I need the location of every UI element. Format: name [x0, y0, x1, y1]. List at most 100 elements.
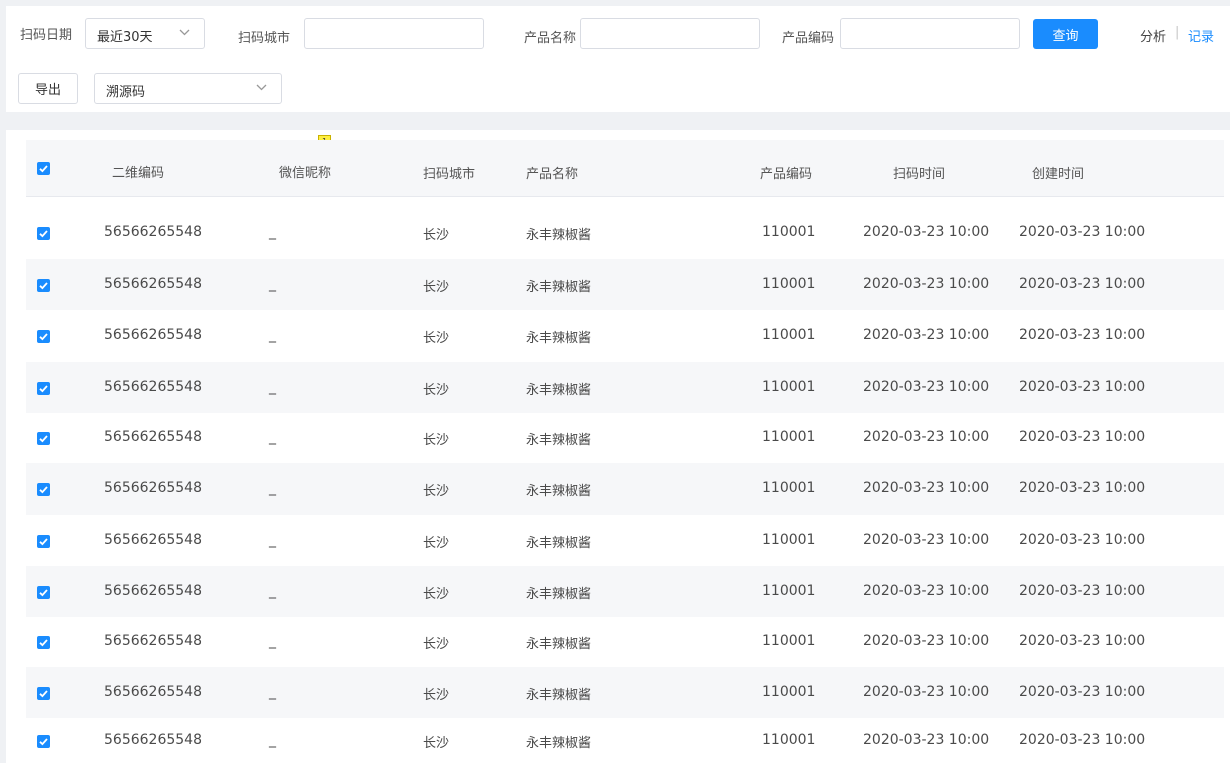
- row-checkbox[interactable]: [37, 735, 50, 748]
- checkmark-icon: [39, 282, 48, 290]
- table-header: 二维编码 微信昵称 扫码城市 产品名称 产品编码 扫码时间 创建时间: [26, 140, 1224, 197]
- product-name-cell: 永丰辣椒酱: [526, 484, 592, 499]
- records-link[interactable]: 记录: [1188, 26, 1214, 45]
- col-header-scan-time: 扫码时间: [893, 167, 946, 182]
- scan-time-cell: 2020-03-23 10:00: [863, 532, 990, 548]
- scan-city-cell: 长沙: [423, 587, 450, 602]
- checkmark-icon: [39, 589, 48, 597]
- col-header-create-time: 创建时间: [1032, 167, 1085, 182]
- create-time-cell: 2020-03-23 10:00: [1019, 327, 1146, 343]
- table-row[interactable]: 56566265548 _ 长沙 永丰辣椒酱 110001 2020-03-23 10:0…: [26, 515, 1224, 566]
- qr-code-cell: 56566265548: [104, 732, 202, 748]
- product-name-cell: 永丰辣椒酱: [526, 536, 592, 551]
- qr-code-cell: 56566265548: [104, 480, 202, 496]
- row-checkbox[interactable]: [37, 382, 50, 395]
- create-time-cell: 2020-03-23 10:00: [1019, 633, 1146, 649]
- select-all-checkbox[interactable]: [37, 162, 50, 175]
- qr-code-cell: 56566265548: [104, 583, 202, 599]
- scan-date-select[interactable]: 最近30天: [85, 18, 205, 49]
- scan-city-cell: 长沙: [423, 331, 450, 346]
- create-time-cell: 2020-03-23 10:00: [1019, 224, 1146, 240]
- link-separator: |: [1175, 25, 1180, 40]
- scan-date-value: 最近30天: [97, 30, 153, 45]
- scan-city-cell: 长沙: [423, 383, 450, 398]
- product-code-cell: 110001: [762, 276, 816, 292]
- product-code-cell: 110001: [762, 379, 816, 395]
- nickname-cell: _: [269, 684, 276, 700]
- product-code-cell: 110001: [762, 327, 816, 343]
- scan-city-cell: 长沙: [423, 433, 450, 448]
- row-checkbox[interactable]: [37, 636, 50, 649]
- row-checkbox[interactable]: [37, 586, 50, 599]
- export-button[interactable]: 导出: [18, 73, 78, 104]
- qr-code-cell: 56566265548: [104, 379, 202, 395]
- product-name-cell: 永丰辣椒酱: [526, 587, 592, 602]
- table-row[interactable]: 56566265548 _ 长沙 永丰辣椒酱 110001 2020-03-23 10:0…: [26, 362, 1224, 413]
- row-checkbox[interactable]: [37, 535, 50, 548]
- row-checkbox[interactable]: [37, 227, 50, 240]
- scan-city-input[interactable]: [304, 18, 484, 49]
- scan-city-cell: 长沙: [423, 637, 450, 652]
- create-time-cell: 2020-03-23 10:00: [1019, 732, 1146, 748]
- product-name-input[interactable]: [580, 18, 760, 49]
- filter-panel: 扫码日期 最近30天 扫码城市 产品名称 产品编码 查询 分析 | 记录 导出 …: [6, 6, 1230, 112]
- product-code-cell: 110001: [762, 429, 816, 445]
- col-header-product-name: 产品名称: [526, 167, 579, 182]
- row-checkbox[interactable]: [37, 483, 50, 496]
- query-button[interactable]: 查询: [1033, 19, 1098, 49]
- col-header-qr-code: 二维编码: [112, 166, 165, 181]
- product-name-cell: 永丰辣椒酱: [526, 280, 592, 295]
- scan-city-cell: 长沙: [423, 280, 450, 295]
- qr-code-cell: 56566265548: [104, 429, 202, 445]
- table-row[interactable]: 56566265548 _ 长沙 永丰辣椒酱 110001 2020-03-23 10:0…: [26, 206, 1224, 259]
- scan-time-cell: 2020-03-23 10:00: [863, 583, 990, 599]
- scan-date-label: 扫码日期: [20, 28, 73, 43]
- product-name-cell: 永丰辣椒酱: [526, 688, 592, 703]
- nickname-cell: _: [269, 732, 276, 748]
- table-row[interactable]: 56566265548 _ 长沙 永丰辣椒酱 110001 2020-03-23 10:0…: [26, 413, 1224, 463]
- qr-code-cell: 56566265548: [104, 276, 202, 292]
- nickname-cell: _: [269, 429, 276, 445]
- checkmark-icon: [39, 435, 48, 443]
- table-row[interactable]: 56566265548 _ 长沙 永丰辣椒酱 110001 2020-03-23 10:0…: [26, 310, 1224, 362]
- table-row[interactable]: 56566265548 _ 长沙 永丰辣椒酱 110001 2020-03-23 10:0…: [26, 718, 1224, 763]
- app-root: 扫码日期 最近30天 扫码城市 产品名称 产品编码 查询 分析 | 记录 导出 …: [0, 0, 1230, 763]
- table-row[interactable]: 56566265548 _ 长沙 永丰辣椒酱 110001 2020-03-23 10:0…: [26, 617, 1224, 667]
- product-name-cell: 永丰辣椒酱: [526, 433, 592, 448]
- product-name-label: 产品名称: [524, 31, 577, 46]
- nickname-cell: _: [269, 583, 276, 599]
- row-checkbox[interactable]: [37, 432, 50, 445]
- create-time-cell: 2020-03-23 10:00: [1019, 429, 1146, 445]
- analysis-link[interactable]: 分析: [1140, 26, 1166, 45]
- scan-time-cell: 2020-03-23 10:00: [863, 327, 990, 343]
- scan-city-cell: 长沙: [423, 484, 450, 499]
- product-code-cell: 110001: [762, 583, 816, 599]
- nickname-cell: _: [269, 276, 276, 292]
- table-row[interactable]: 56566265548 _ 长沙 永丰辣椒酱 110001 2020-03-23 10:0…: [26, 667, 1224, 718]
- checkmark-icon: [39, 385, 48, 393]
- row-checkbox[interactable]: [37, 330, 50, 343]
- product-code-cell: 110001: [762, 732, 816, 748]
- product-code-cell: 110001: [762, 480, 816, 496]
- col-header-product-code: 产品编码: [760, 167, 813, 182]
- table-row[interactable]: 56566265548 _ 长沙 永丰辣椒酱 110001 2020-03-23 10:0…: [26, 566, 1224, 617]
- chevron-down-icon: [256, 80, 267, 100]
- checkmark-icon: [39, 486, 48, 494]
- scan-time-cell: 2020-03-23 10:00: [863, 224, 990, 240]
- create-time-cell: 2020-03-23 10:00: [1019, 532, 1146, 548]
- row-checkbox[interactable]: [37, 687, 50, 700]
- source-code-value: 溯源码: [106, 85, 146, 100]
- product-code-input[interactable]: [840, 18, 1020, 49]
- table-row[interactable]: 56566265548 _ 长沙 永丰辣椒酱 110001 2020-03-23 10:0…: [26, 463, 1224, 515]
- create-time-cell: 2020-03-23 10:00: [1019, 480, 1146, 496]
- product-name-cell: 永丰辣椒酱: [526, 331, 592, 346]
- qr-code-cell: 56566265548: [104, 224, 202, 240]
- product-name-cell: 永丰辣椒酱: [526, 383, 592, 398]
- table-row[interactable]: 56566265548 _ 长沙 永丰辣椒酱 110001 2020-03-23 10:0…: [26, 259, 1224, 310]
- nickname-cell: _: [269, 327, 276, 343]
- row-checkbox[interactable]: [37, 279, 50, 292]
- source-code-select[interactable]: 溯源码: [94, 73, 282, 104]
- qr-code-cell: 56566265548: [104, 532, 202, 548]
- scan-time-cell: 2020-03-23 10:00: [863, 276, 990, 292]
- checkmark-icon: [39, 230, 48, 238]
